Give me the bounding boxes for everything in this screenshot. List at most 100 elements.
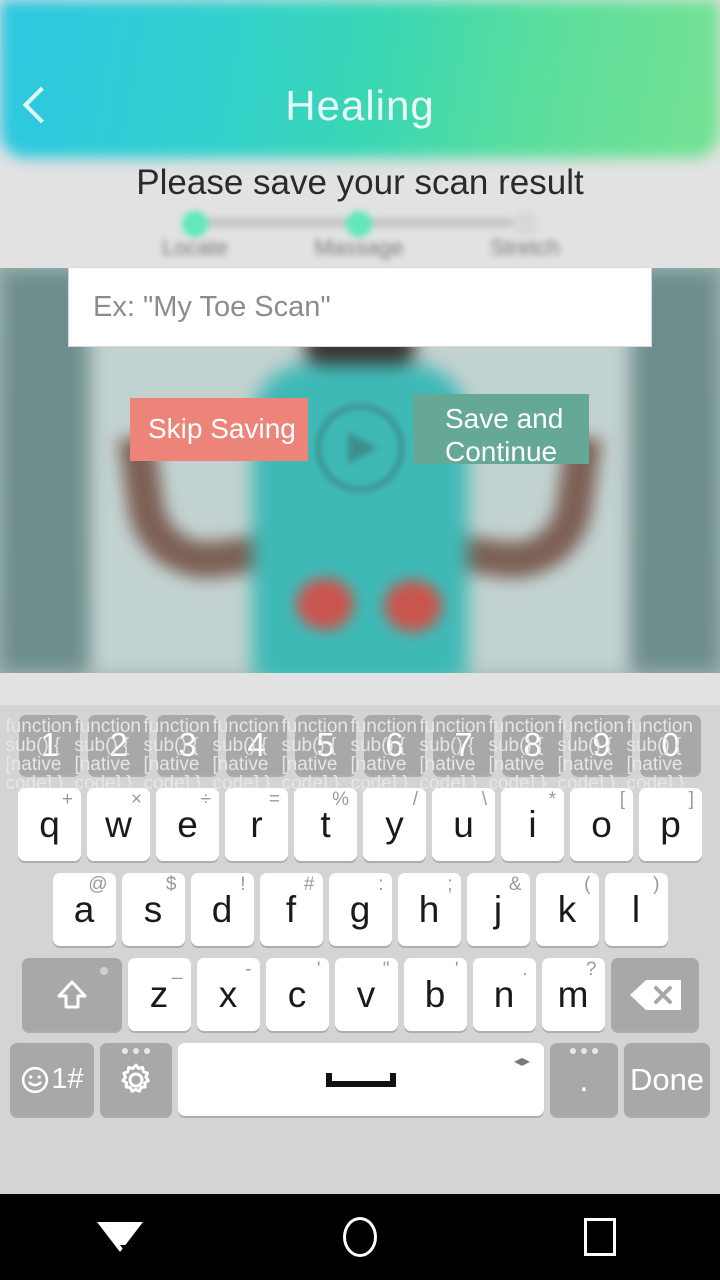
nav-home-button[interactable] [315,1194,405,1280]
key-n[interactable]: .n [472,958,536,1031]
emoji-smiley-icon [22,1066,49,1093]
skip-saving-button[interactable]: Skip Saving [130,398,308,461]
key-5[interactable]: function sub() { [native code] } 5 [281,715,356,793]
key-6[interactable]: function sub() { [native code] } 6 [350,715,425,793]
key-label: y [385,803,404,845]
key-secondary-label: @ [88,874,108,895]
key-c[interactable]: ' c [265,958,329,1031]
symbols-key[interactable]: 1# [10,1043,94,1116]
key-p[interactable]: ] p [639,788,702,861]
key-secondary-label: # [303,874,315,895]
key-e[interactable]: ÷ e [156,788,219,861]
key-secondary-label: function sub() { [native code] } [419,716,486,794]
key-secondary-label: $ [165,874,177,895]
done-key-label: Done [629,1061,705,1097]
key-z[interactable]: _ z [127,958,191,1031]
key-a[interactable]: @ a [52,873,116,946]
key-secondary-label: ; [447,874,453,895]
key-k[interactable]: (k [535,873,599,946]
app-header-bar [0,0,720,158]
scan-name-input[interactable] [68,267,652,347]
key-label: m [557,973,589,1015]
stepper-dot-locate[interactable] [182,211,208,237]
stepper-dot-massage[interactable] [346,211,372,237]
spacebar-icon [326,1072,396,1087]
nav-home-icon [343,1217,377,1257]
gear-icon [121,1063,150,1093]
key-m[interactable]: ? m [541,958,605,1031]
key-secondary-label: _ [171,959,183,980]
key-secondary-label: function sub() { [native code] } [488,716,555,794]
key-u[interactable]: \ u [432,788,495,861]
key-l[interactable]: ) l [604,873,668,946]
key-label: f [285,888,297,930]
key-v[interactable]: " v [334,958,398,1031]
key-1[interactable]: function sub() { [native code] } 1 [5,715,80,793]
phone-screen: Healing Please save your scan result Loc… [0,0,720,1280]
key-7[interactable]: function sub() { [native code] } 7 [419,715,494,793]
key-label: l [631,888,641,930]
key-g[interactable]: :g [328,873,392,946]
key-secondary-label: & [508,874,522,895]
nav-back-button[interactable] [75,1194,165,1280]
backspace-key[interactable] [610,958,699,1031]
key-secondary-label: function sub() { [native code] } [281,716,348,794]
key-y[interactable]: / y [363,788,426,861]
key-r[interactable]: = r [225,788,288,861]
keyboard-row-qwerty: + q × w ÷ e = r% t / y \ u * i[o] p [0,788,720,861]
key-secondary-label: function sub() { [native code] } [143,716,210,794]
stepper-dot-stretch[interactable] [512,211,538,237]
key-label: v [356,973,376,1015]
key-label: u [453,803,474,845]
on-screen-keyboard: function sub() { [native code] } 1 functio… [0,705,720,1194]
symbols-key-label: 1# [51,1063,84,1095]
key-8[interactable]: function sub() { [native code] } 8 [488,715,563,793]
cursor-arrows-icon: ◂▸ [513,1053,530,1070]
key-label: g [349,888,371,930]
app-background-layer: Healing Please save your scan result Loc… [0,0,720,705]
key-secondary-label: = [268,789,280,810]
key-4[interactable]: function sub() { [native code] } 4 [212,715,287,793]
dialog-subtitle: Please save your scan result [136,163,584,202]
period-key[interactable]: . [550,1043,618,1116]
keyboard-settings-key[interactable] [100,1043,172,1116]
key-secondary-label: function sub() { [native code] } [557,716,624,794]
keyboard-bottom-row: 1# ◂▸ . Done [0,1043,720,1116]
key-0[interactable]: function sub() { [native code] } 0 [626,715,701,793]
shift-key[interactable] [21,958,122,1031]
key-secondary-label: function sub() { [native code] } [212,716,279,794]
key-b[interactable]: ' b [403,958,467,1031]
done-key[interactable]: Done [624,1043,710,1116]
key-secondary-label: function sub() { [native code] } [626,716,693,794]
key-q[interactable]: + q [18,788,81,861]
key-j[interactable]: & j [466,873,530,946]
save-and-continue-button[interactable]: Save and Continue [413,394,589,467]
nav-recents-button[interactable] [555,1194,645,1280]
key-2[interactable]: function sub() { [native code] } 2 [74,715,149,793]
key-t[interactable]: % t [294,788,357,861]
nav-recents-icon [584,1218,616,1256]
key-secondary-label: [ [619,789,625,810]
key-label: x [218,973,238,1015]
content-bottom-padding [0,673,720,705]
key-label: e [177,803,198,845]
key-f[interactable]: # f [259,873,323,946]
key-w[interactable]: × w [87,788,150,861]
key-9[interactable]: function sub() { [native code] } 9 [557,715,632,793]
key-secondary-label: / [412,789,418,810]
key-i[interactable]: * i [501,788,564,861]
key-3[interactable]: function sub() { [native code] } 3 [143,715,218,793]
shift-arrow-icon [57,980,86,1008]
key-label: z [149,973,169,1015]
key-x[interactable]: -x [196,958,260,1031]
space-key[interactable]: ◂▸ [178,1043,544,1116]
key-secondary-label: - [245,959,252,980]
key-d[interactable]: ! d [190,873,254,946]
key-h[interactable]: ; h [397,873,461,946]
key-secondary-label: function sub() { [native code] } [5,716,72,794]
key-o[interactable]: [o [570,788,633,861]
key-secondary-label: " [382,959,390,980]
shift-indicator-dot [99,967,108,975]
key-s[interactable]: $ s [121,873,185,946]
stepper-label-locate: Locate [161,235,229,260]
